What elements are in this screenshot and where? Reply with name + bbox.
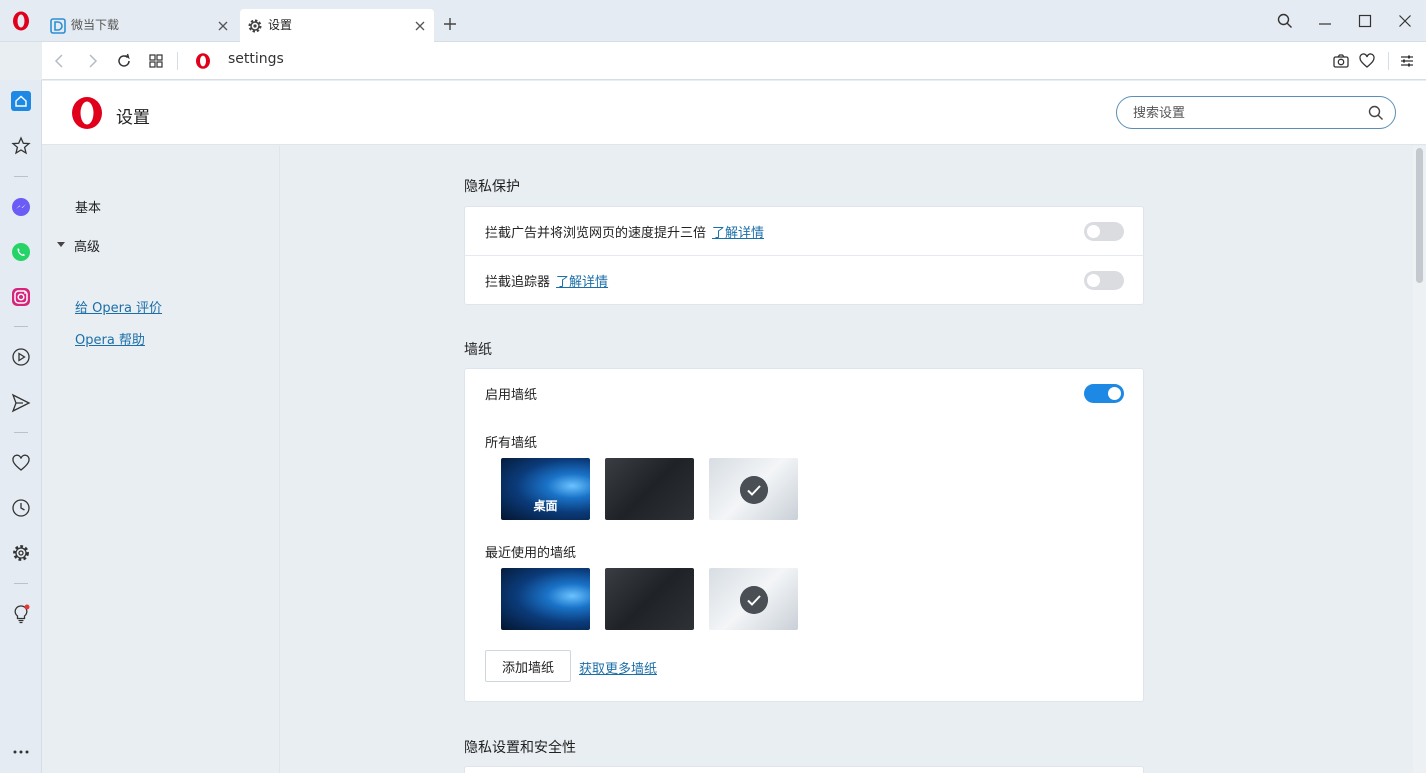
more-ellipsis-icon[interactable] bbox=[11, 742, 31, 762]
messenger-icon[interactable] bbox=[11, 197, 31, 217]
wallpaper-thumb-light[interactable] bbox=[709, 458, 798, 520]
opera-menu-icon[interactable] bbox=[11, 10, 31, 32]
my-flow-send-icon[interactable] bbox=[11, 393, 31, 413]
nav-item-basic[interactable]: 基本 bbox=[75, 197, 101, 216]
forward-icon[interactable] bbox=[83, 52, 101, 70]
easy-setup-icon[interactable] bbox=[1398, 52, 1416, 70]
selected-check-icon bbox=[740, 586, 768, 614]
tabs-grid-icon[interactable] bbox=[147, 52, 165, 70]
speed-dial-star-icon[interactable] bbox=[11, 136, 31, 156]
tips-lightbulb-icon[interactable] bbox=[11, 604, 31, 624]
recent-wallpaper-thumb-windows[interactable] bbox=[501, 568, 590, 630]
recent-wallpaper-thumb-light[interactable] bbox=[709, 568, 798, 630]
block-ads-toggle[interactable] bbox=[1084, 222, 1124, 241]
address-bar: settings bbox=[42, 42, 1426, 80]
scrollbar-thumb[interactable] bbox=[1416, 148, 1423, 283]
wallpaper-thumb-dark[interactable] bbox=[605, 458, 694, 520]
address-divider-right bbox=[1388, 52, 1389, 70]
weidown-favicon-icon bbox=[50, 18, 66, 34]
gear-icon bbox=[248, 19, 262, 33]
close-window-icon[interactable] bbox=[1396, 12, 1414, 30]
settings-header: 设置 bbox=[42, 81, 1426, 145]
recent-wallpaper-thumb-dark[interactable] bbox=[605, 568, 694, 630]
tab-label: 设置 bbox=[268, 18, 293, 32]
settings-content: 隐私保护 拦截广告并将浏览网页的速度提升三倍 了解详情 拦截追踪器 了解详情 墙纸 … bbox=[281, 146, 1413, 773]
section-title-privacy: 隐私保护 bbox=[464, 179, 520, 195]
learn-more-link[interactable]: 了解详情 bbox=[556, 275, 608, 290]
settings-gear-icon[interactable] bbox=[11, 543, 31, 563]
tab-weidown[interactable]: 微当下载 bbox=[43, 9, 237, 42]
home-icon[interactable] bbox=[11, 91, 31, 111]
search-icon[interactable] bbox=[1367, 104, 1385, 122]
section-title-security: 隐私设置和安全性 bbox=[464, 740, 576, 756]
wallpaper-thumb-windows[interactable]: 桌面 bbox=[501, 458, 590, 520]
tab-search-icon[interactable] bbox=[1276, 12, 1294, 30]
setting-label: 启用墙纸 bbox=[485, 388, 538, 403]
search-input[interactable] bbox=[1133, 103, 1363, 123]
minimize-icon[interactable] bbox=[1316, 12, 1334, 30]
tab-strip: 微当下载 设置 bbox=[0, 0, 1426, 42]
bookmark-heart-icon[interactable] bbox=[1358, 52, 1376, 70]
close-tab-icon[interactable] bbox=[215, 18, 231, 34]
url-text[interactable]: settings bbox=[228, 51, 284, 67]
setting-row-block-ads: 拦截广告并将浏览网页的速度提升三倍 了解详情 bbox=[465, 207, 1143, 255]
settings-nav: 基本 高级 给 Opera 评价 Opera 帮助 bbox=[42, 146, 280, 773]
player-icon[interactable] bbox=[11, 347, 31, 367]
setting-label: 拦截广告并将浏览网页的速度提升三倍 了解详情 bbox=[485, 226, 765, 241]
rate-opera-link[interactable]: 给 Opera 评价 bbox=[75, 297, 162, 316]
instagram-icon[interactable] bbox=[11, 287, 31, 307]
content-scrollbar[interactable] bbox=[1413, 146, 1426, 773]
history-clock-icon[interactable] bbox=[11, 498, 31, 518]
wallpaper-caption: 桌面 bbox=[533, 499, 558, 513]
opera-help-link[interactable]: Opera 帮助 bbox=[75, 329, 145, 348]
nav-item-advanced[interactable]: 高级 bbox=[74, 236, 100, 255]
settings-search[interactable] bbox=[1116, 96, 1396, 129]
tab-settings[interactable]: 设置 bbox=[240, 9, 434, 42]
add-wallpaper-button[interactable]: 添加墙纸 bbox=[485, 650, 571, 682]
all-wallpapers-label: 所有墙纸 bbox=[485, 436, 538, 451]
page-title: 设置 bbox=[116, 108, 150, 128]
get-more-wallpapers-link[interactable]: 获取更多墙纸 bbox=[579, 658, 657, 677]
new-tab-plus-icon[interactable] bbox=[442, 16, 458, 32]
sidebar-divider bbox=[14, 583, 28, 584]
tab-label: 微当下载 bbox=[71, 18, 120, 32]
selected-check-icon bbox=[740, 476, 768, 504]
learn-more-link[interactable]: 了解详情 bbox=[712, 226, 764, 241]
reload-icon[interactable] bbox=[115, 52, 133, 70]
expand-arrow-icon[interactable] bbox=[57, 242, 65, 247]
security-card bbox=[464, 766, 1144, 773]
whatsapp-icon[interactable] bbox=[11, 242, 31, 262]
bookmarks-heart-icon[interactable] bbox=[11, 453, 31, 473]
opera-site-icon bbox=[196, 53, 210, 69]
privacy-card: 拦截广告并将浏览网页的速度提升三倍 了解详情 拦截追踪器 了解详情 bbox=[464, 206, 1144, 305]
setting-row-enable-wallpaper: 启用墙纸 bbox=[465, 369, 1143, 417]
back-icon[interactable] bbox=[51, 52, 69, 70]
setting-label: 拦截追踪器 了解详情 bbox=[485, 275, 609, 290]
sidebar-divider bbox=[14, 432, 28, 433]
opera-logo-icon bbox=[72, 97, 102, 129]
section-title-wallpaper: 墙纸 bbox=[464, 342, 492, 358]
block-trackers-toggle[interactable] bbox=[1084, 271, 1124, 290]
setting-row-block-trackers: 拦截追踪器 了解详情 bbox=[465, 255, 1143, 303]
enable-wallpaper-toggle[interactable] bbox=[1084, 384, 1124, 403]
maximize-icon[interactable] bbox=[1356, 12, 1374, 30]
recent-wallpapers-label: 最近使用的墙纸 bbox=[485, 546, 577, 561]
wallpaper-card: 启用墙纸 所有墙纸 桌面 最近使用的墙纸 添加墙纸 获取更多墙纸 bbox=[464, 368, 1144, 702]
sidebar-divider bbox=[14, 176, 28, 177]
close-tab-icon[interactable] bbox=[412, 18, 428, 34]
address-divider bbox=[177, 52, 178, 70]
sidebar-divider bbox=[14, 326, 28, 327]
snapshot-camera-icon[interactable] bbox=[1332, 52, 1350, 70]
opera-sidebar bbox=[0, 80, 42, 773]
